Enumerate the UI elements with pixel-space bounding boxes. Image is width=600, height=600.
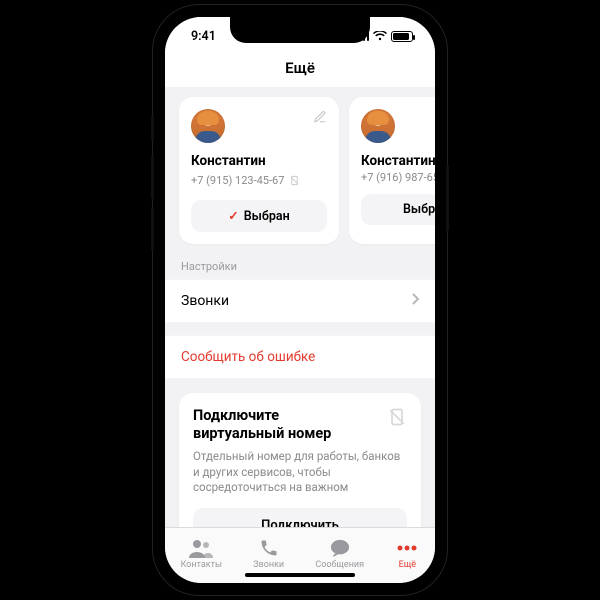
tab-label: Сообщения xyxy=(315,560,364,570)
tab-label: Контакты xyxy=(181,560,222,570)
profiles-row[interactable]: Константин +7 (915) 123-45-67 ✓ Выбран xyxy=(165,97,435,258)
screen: 9:41 Ещё Ко xyxy=(165,17,435,583)
volume-down-button xyxy=(151,207,154,251)
promo-title: Подключите виртуальный номер xyxy=(193,407,407,443)
check-icon: ✓ xyxy=(228,208,238,224)
tab-more[interactable]: Ещё xyxy=(395,538,419,570)
tab-messages[interactable]: Сообщения xyxy=(315,538,364,570)
home-indicator xyxy=(165,573,435,577)
tab-label: Звонки xyxy=(253,560,284,570)
profile-card[interactable]: Константин К. +7 (916) 987-65-47 Выбрать xyxy=(349,97,435,244)
select-profile-button[interactable]: Выбрать xyxy=(361,194,435,225)
edit-icon[interactable] xyxy=(313,109,327,128)
content: Константин +7 (915) 123-45-67 ✓ Выбран xyxy=(165,87,435,527)
tab-label: Ещё xyxy=(399,560,416,570)
volume-up-button xyxy=(151,155,154,199)
row-label: Звонки xyxy=(181,293,229,309)
status-time: 9:41 xyxy=(191,29,216,44)
button-label: Выбрать xyxy=(403,202,435,217)
notch xyxy=(230,17,370,43)
promo-text: Отдельный номер для работы, банков и дру… xyxy=(193,449,407,496)
phone-frame: 9:41 Ещё Ко xyxy=(153,5,447,595)
section-label-settings: Настройки xyxy=(165,258,435,279)
profile-name: Константин xyxy=(191,153,327,169)
tab-calls[interactable]: Звонки xyxy=(253,538,284,570)
profile-name: Константин К. xyxy=(361,153,435,169)
power-button xyxy=(446,165,449,231)
page-title: Ещё xyxy=(165,55,435,87)
sim-off-icon xyxy=(289,171,300,190)
tab-contacts[interactable]: Контакты xyxy=(181,538,222,570)
avatar xyxy=(361,109,395,143)
row-report-bug[interactable]: Сообщить об ошибке xyxy=(165,335,435,379)
report-label: Сообщить об ошибке xyxy=(181,349,315,365)
battery-icon xyxy=(391,31,413,42)
side-button xyxy=(151,115,154,141)
wifi-icon xyxy=(373,31,387,41)
sim-off-icon xyxy=(387,407,407,431)
promo-card: Подключите виртуальный номер Отдельный н… xyxy=(179,393,421,527)
row-calls[interactable]: Звонки xyxy=(165,279,435,323)
connect-button[interactable]: Подключить xyxy=(193,508,407,527)
profile-phone: +7 (916) 987-65-47 xyxy=(361,171,435,184)
profile-phone: +7 (915) 123-45-67 xyxy=(191,174,284,187)
select-profile-button[interactable]: ✓ Выбран xyxy=(191,200,327,232)
avatar xyxy=(191,109,225,143)
button-label: Выбран xyxy=(244,209,290,224)
chevron-right-icon xyxy=(411,293,419,309)
profile-card[interactable]: Константин +7 (915) 123-45-67 ✓ Выбран xyxy=(179,97,339,244)
